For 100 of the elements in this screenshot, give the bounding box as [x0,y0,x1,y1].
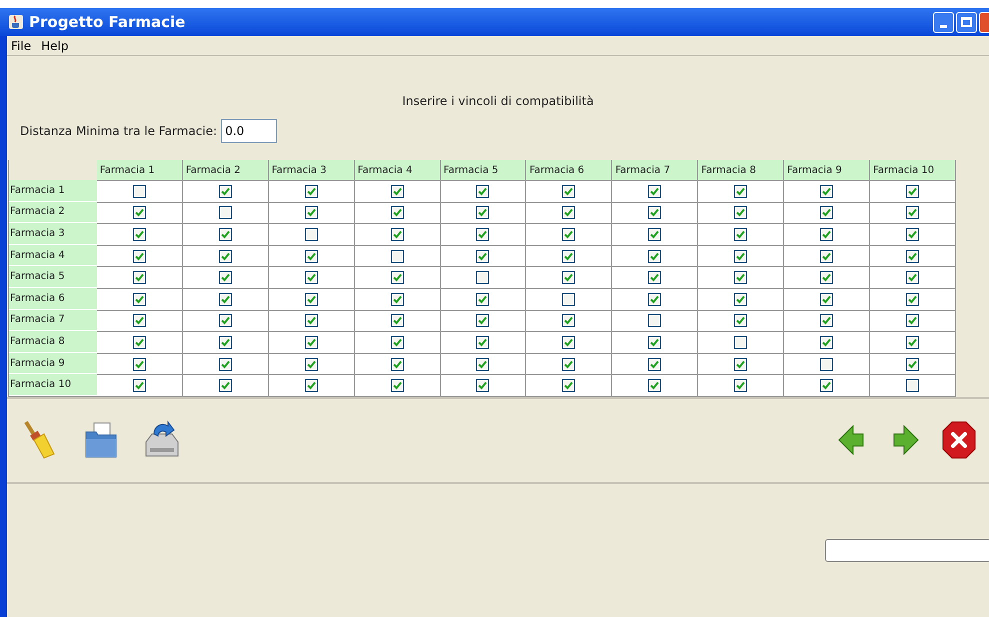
checkbox[interactable] [734,271,748,284]
checkbox[interactable] [132,271,146,284]
checkbox[interactable] [734,379,748,392]
checkbox[interactable] [648,206,662,220]
checkbox[interactable] [132,379,146,392]
checkbox[interactable] [734,206,748,220]
checkbox[interactable] [906,314,920,328]
checkbox[interactable] [562,379,576,392]
checkbox[interactable] [476,358,490,371]
close-icon[interactable] [942,421,976,460]
checkbox[interactable] [648,358,662,371]
checkbox[interactable] [218,206,232,220]
checkbox[interactable] [304,336,318,349]
column-header[interactable]: Farmacia 10 [870,160,956,180]
checkbox[interactable] [820,228,834,241]
checkbox[interactable] [906,250,920,263]
checkbox[interactable] [390,314,404,328]
checkbox[interactable] [132,228,146,241]
checkbox[interactable] [132,206,146,220]
checkbox[interactable] [648,314,662,328]
column-header[interactable]: Farmacia 9 [784,160,870,180]
column-header[interactable]: Farmacia 3 [268,160,355,180]
checkbox[interactable] [820,379,834,392]
checkbox[interactable] [562,336,576,349]
checkbox[interactable] [820,250,834,263]
checkbox[interactable] [132,358,146,371]
checkbox[interactable] [562,250,576,263]
checkbox[interactable] [648,379,662,392]
checkbox[interactable] [218,228,232,241]
checkbox[interactable] [476,314,490,328]
checkbox[interactable] [390,336,404,349]
checkbox[interactable] [132,336,146,349]
minimize-button[interactable] [933,12,954,32]
checkbox[interactable] [820,314,834,328]
forward-arrow-icon[interactable] [892,424,920,456]
checkbox[interactable] [476,336,490,349]
checkbox[interactable] [476,271,490,284]
checkbox[interactable] [390,292,404,306]
checkbox[interactable] [906,206,920,220]
checkbox[interactable] [304,206,318,220]
checkbox[interactable] [218,271,232,284]
checkbox[interactable] [304,379,318,392]
checkbox[interactable] [562,292,576,306]
checkbox[interactable] [906,228,920,241]
checkbox[interactable] [820,271,834,284]
checkbox[interactable] [304,228,318,241]
checkbox[interactable] [648,184,662,198]
checkbox[interactable] [304,358,318,371]
checkbox[interactable] [734,228,748,241]
column-header[interactable]: Farmacia 7 [612,160,698,180]
maximize-button[interactable] [956,12,977,32]
checkbox[interactable] [218,292,232,306]
column-header[interactable]: Farmacia 2 [182,160,269,180]
checkbox[interactable] [820,292,834,306]
column-header[interactable]: Farmacia 5 [440,160,526,180]
checkbox[interactable] [476,292,490,306]
menu-item[interactable]: File [11,36,32,54]
checkbox[interactable] [906,292,920,306]
back-arrow-icon[interactable] [837,424,865,456]
checkbox[interactable] [218,250,232,263]
checkbox[interactable] [562,206,576,220]
checkbox[interactable] [820,184,834,198]
checkbox[interactable] [476,184,490,198]
checkbox[interactable] [562,314,576,328]
checkbox[interactable] [734,250,748,263]
checkbox[interactable] [390,228,404,241]
checkbox[interactable] [476,206,490,220]
checkbox[interactable] [390,184,404,198]
checkbox[interactable] [562,184,576,198]
checkbox[interactable] [304,314,318,328]
checkbox[interactable] [390,250,404,263]
checkbox[interactable] [304,184,318,198]
checkbox[interactable] [734,358,748,371]
checkbox[interactable] [648,292,662,306]
checkbox[interactable] [734,184,748,198]
checkbox[interactable] [304,292,318,306]
checkbox[interactable] [648,336,662,349]
checkbox[interactable] [218,379,232,392]
checkbox[interactable] [906,379,920,392]
close-button[interactable] [979,12,989,32]
checkbox[interactable] [132,314,146,328]
checkbox[interactable] [132,292,146,306]
checkbox[interactable] [218,336,232,349]
checkbox[interactable] [390,206,404,220]
checkbox[interactable] [390,271,404,284]
checkbox[interactable] [734,336,748,349]
column-header[interactable]: Farmacia 8 [698,160,784,180]
checkbox[interactable] [906,358,920,371]
checkbox[interactable] [820,206,834,220]
checkbox[interactable] [562,271,576,284]
folder-icon[interactable] [84,420,118,460]
checkbox[interactable] [906,271,920,284]
checkbox[interactable] [562,358,576,371]
column-header[interactable]: Farmacia 4 [354,160,441,180]
distance-field[interactable]: 0.0 [221,119,278,143]
checkbox[interactable] [476,379,490,392]
checkbox[interactable] [562,228,576,241]
checkbox[interactable] [820,358,834,371]
checkbox[interactable] [218,314,232,328]
checkbox[interactable] [304,250,318,263]
